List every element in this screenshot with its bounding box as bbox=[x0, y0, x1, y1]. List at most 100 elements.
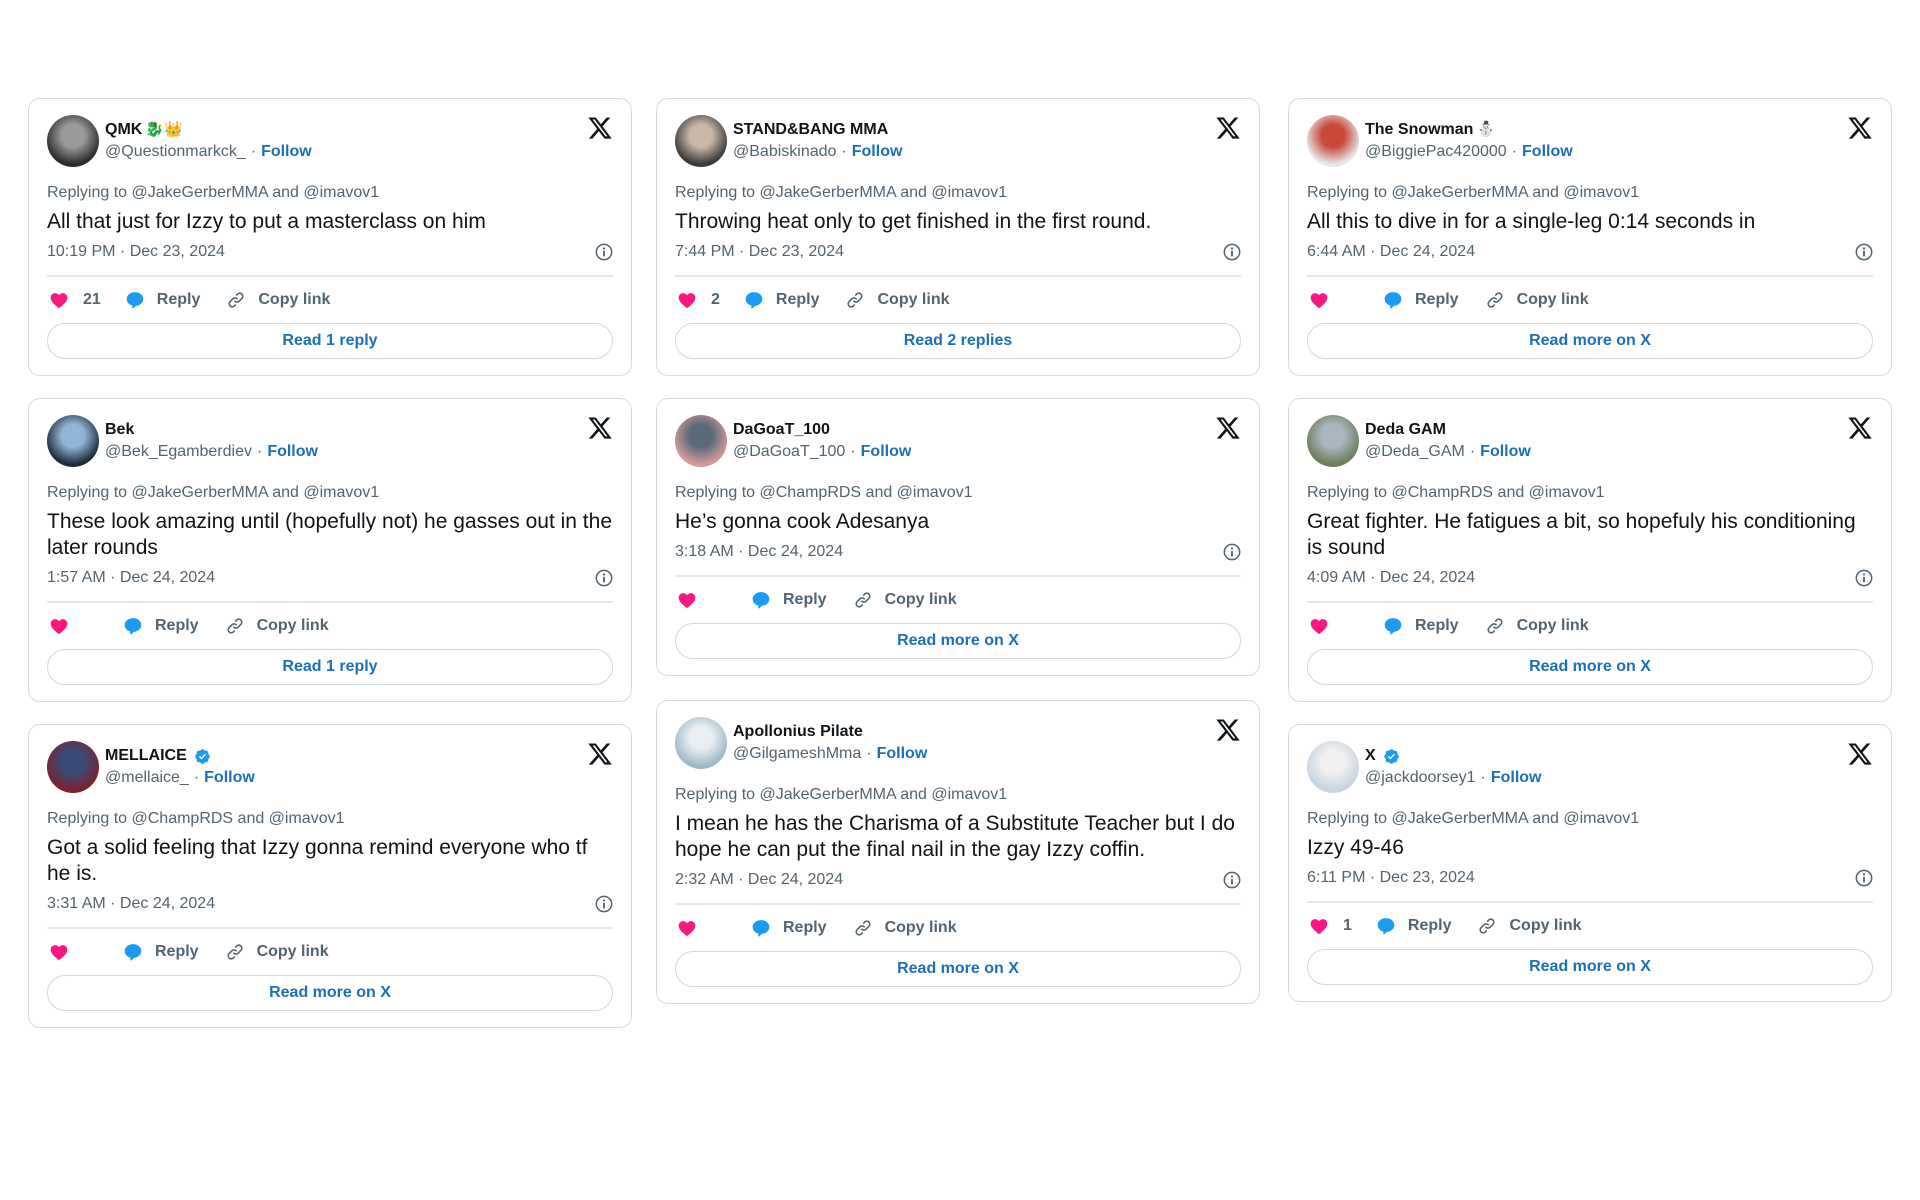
copy-link-button[interactable]: Copy link bbox=[845, 290, 950, 310]
x-logo-icon[interactable] bbox=[1847, 741, 1873, 767]
author-name[interactable]: The Snowman bbox=[1365, 119, 1473, 141]
copy-link-button[interactable]: Copy link bbox=[1485, 290, 1589, 310]
author-name[interactable]: Bek bbox=[105, 419, 134, 441]
reply-button[interactable]: Reply bbox=[123, 616, 199, 636]
author-handle[interactable]: @BiggiePac420000 bbox=[1365, 141, 1507, 163]
follow-button[interactable]: Follow bbox=[204, 767, 255, 789]
like-button[interactable] bbox=[1309, 616, 1343, 636]
like-button[interactable] bbox=[1309, 290, 1343, 310]
copy-link-button[interactable]: Copy link bbox=[1485, 616, 1589, 636]
author-handle[interactable]: @Deda_GAM bbox=[1365, 441, 1465, 463]
like-button[interactable]: 21 bbox=[49, 290, 101, 310]
x-logo-icon[interactable] bbox=[1215, 115, 1241, 141]
avatar[interactable] bbox=[47, 115, 99, 167]
avatar[interactable] bbox=[675, 415, 727, 467]
follow-button[interactable]: Follow bbox=[261, 141, 312, 163]
timestamp[interactable]: 3:31 AM · Dec 24, 2024 bbox=[47, 893, 215, 915]
copy-link-button[interactable]: Copy link bbox=[853, 918, 957, 938]
info-icon[interactable] bbox=[1222, 870, 1242, 890]
info-icon[interactable] bbox=[1222, 242, 1242, 262]
timestamp[interactable]: 1:57 AM · Dec 24, 2024 bbox=[47, 567, 215, 589]
timestamp[interactable]: 7:44 PM · Dec 23, 2024 bbox=[675, 241, 844, 263]
read-more-button[interactable]: Read more on X bbox=[1307, 949, 1873, 985]
author-name[interactable]: DaGoaT_100 bbox=[733, 419, 830, 441]
read-more-button[interactable]: Read 1 reply bbox=[47, 649, 613, 685]
x-logo-icon[interactable] bbox=[587, 115, 613, 141]
like-button[interactable]: 1 bbox=[1309, 916, 1352, 936]
author-handle[interactable]: @mellaice_ bbox=[105, 767, 189, 789]
copy-link-button[interactable]: Copy link bbox=[226, 290, 330, 310]
read-more-button[interactable]: Read more on X bbox=[1307, 323, 1873, 359]
avatar[interactable] bbox=[1307, 115, 1359, 167]
avatar[interactable] bbox=[1307, 741, 1359, 793]
like-button[interactable] bbox=[49, 942, 83, 962]
follow-button[interactable]: Follow bbox=[267, 441, 318, 463]
reply-button[interactable]: Reply bbox=[744, 290, 819, 310]
read-more-button[interactable]: Read 1 reply bbox=[47, 323, 613, 359]
tweet-meta: 4:09 AM · Dec 24, 2024 bbox=[1307, 567, 1873, 589]
avatar[interactable] bbox=[675, 717, 727, 769]
reply-button[interactable]: Reply bbox=[123, 942, 199, 962]
reply-button[interactable]: Reply bbox=[1376, 916, 1451, 936]
timestamp[interactable]: 6:11 PM · Dec 23, 2024 bbox=[1307, 867, 1475, 889]
follow-button[interactable]: Follow bbox=[1491, 767, 1542, 789]
reply-button[interactable]: Reply bbox=[751, 918, 827, 938]
info-icon[interactable] bbox=[1222, 542, 1242, 562]
info-icon[interactable] bbox=[1854, 242, 1874, 262]
read-more-button[interactable]: Read more on X bbox=[675, 951, 1241, 987]
author-handle[interactable]: @DaGoaT_100 bbox=[733, 441, 845, 463]
copy-link-button[interactable]: Copy link bbox=[225, 942, 329, 962]
x-logo-icon[interactable] bbox=[587, 415, 613, 441]
author-handle[interactable]: @Bek_Egamberdiev bbox=[105, 441, 252, 463]
follow-button[interactable]: Follow bbox=[877, 743, 928, 765]
author-name[interactable]: QMK bbox=[105, 119, 142, 141]
avatar[interactable] bbox=[1307, 415, 1359, 467]
reply-button[interactable]: Reply bbox=[125, 290, 200, 310]
author-name[interactable]: X bbox=[1365, 745, 1376, 767]
like-button[interactable]: 2 bbox=[677, 290, 720, 310]
author-handle[interactable]: @GilgameshMma bbox=[733, 743, 861, 765]
reply-button[interactable]: Reply bbox=[1383, 290, 1459, 310]
author-name[interactable]: STAND&BANG MMA bbox=[733, 119, 888, 141]
author-handle[interactable]: @Babiskinado bbox=[733, 141, 836, 163]
timestamp[interactable]: 3:18 AM · Dec 24, 2024 bbox=[675, 541, 843, 563]
author-handle[interactable]: @jackdoorsey1 bbox=[1365, 767, 1476, 789]
author-name[interactable]: Apollonius Pilate bbox=[733, 721, 863, 743]
like-button[interactable] bbox=[49, 616, 83, 636]
read-more-button[interactable]: Read more on X bbox=[1307, 649, 1873, 685]
timestamp[interactable]: 2:32 AM · Dec 24, 2024 bbox=[675, 869, 843, 891]
like-button[interactable] bbox=[677, 918, 711, 938]
follow-button[interactable]: Follow bbox=[852, 141, 903, 163]
x-logo-icon[interactable] bbox=[1215, 717, 1241, 743]
reply-button[interactable]: Reply bbox=[1383, 616, 1459, 636]
avatar[interactable] bbox=[47, 415, 99, 467]
avatar[interactable] bbox=[675, 115, 727, 167]
copy-link-button[interactable]: Copy link bbox=[853, 590, 957, 610]
timestamp[interactable]: 10:19 PM · Dec 23, 2024 bbox=[47, 241, 225, 263]
x-logo-icon[interactable] bbox=[587, 741, 613, 767]
reply-button[interactable]: Reply bbox=[751, 590, 827, 610]
read-more-button[interactable]: Read 2 replies bbox=[675, 323, 1241, 359]
x-logo-icon[interactable] bbox=[1215, 415, 1241, 441]
follow-button[interactable]: Follow bbox=[861, 441, 912, 463]
copy-link-button[interactable]: Copy link bbox=[1477, 916, 1582, 936]
x-logo-icon[interactable] bbox=[1847, 415, 1873, 441]
author-name[interactable]: Deda GAM bbox=[1365, 419, 1446, 441]
x-logo-icon[interactable] bbox=[1847, 115, 1873, 141]
follow-button[interactable]: Follow bbox=[1522, 141, 1573, 163]
info-icon[interactable] bbox=[594, 242, 614, 262]
info-icon[interactable] bbox=[1854, 568, 1874, 588]
timestamp[interactable]: 6:44 AM · Dec 24, 2024 bbox=[1307, 241, 1475, 263]
timestamp[interactable]: 4:09 AM · Dec 24, 2024 bbox=[1307, 567, 1475, 589]
info-icon[interactable] bbox=[594, 568, 614, 588]
copy-link-button[interactable]: Copy link bbox=[225, 616, 329, 636]
info-icon[interactable] bbox=[1854, 868, 1874, 888]
info-icon[interactable] bbox=[594, 894, 614, 914]
read-more-button[interactable]: Read more on X bbox=[47, 975, 613, 1011]
avatar[interactable] bbox=[47, 741, 99, 793]
like-button[interactable] bbox=[677, 590, 711, 610]
author-name[interactable]: MELLAICE bbox=[105, 745, 187, 767]
follow-button[interactable]: Follow bbox=[1480, 441, 1531, 463]
author-handle[interactable]: @Questionmarkck_ bbox=[105, 141, 246, 163]
read-more-button[interactable]: Read more on X bbox=[675, 623, 1241, 659]
